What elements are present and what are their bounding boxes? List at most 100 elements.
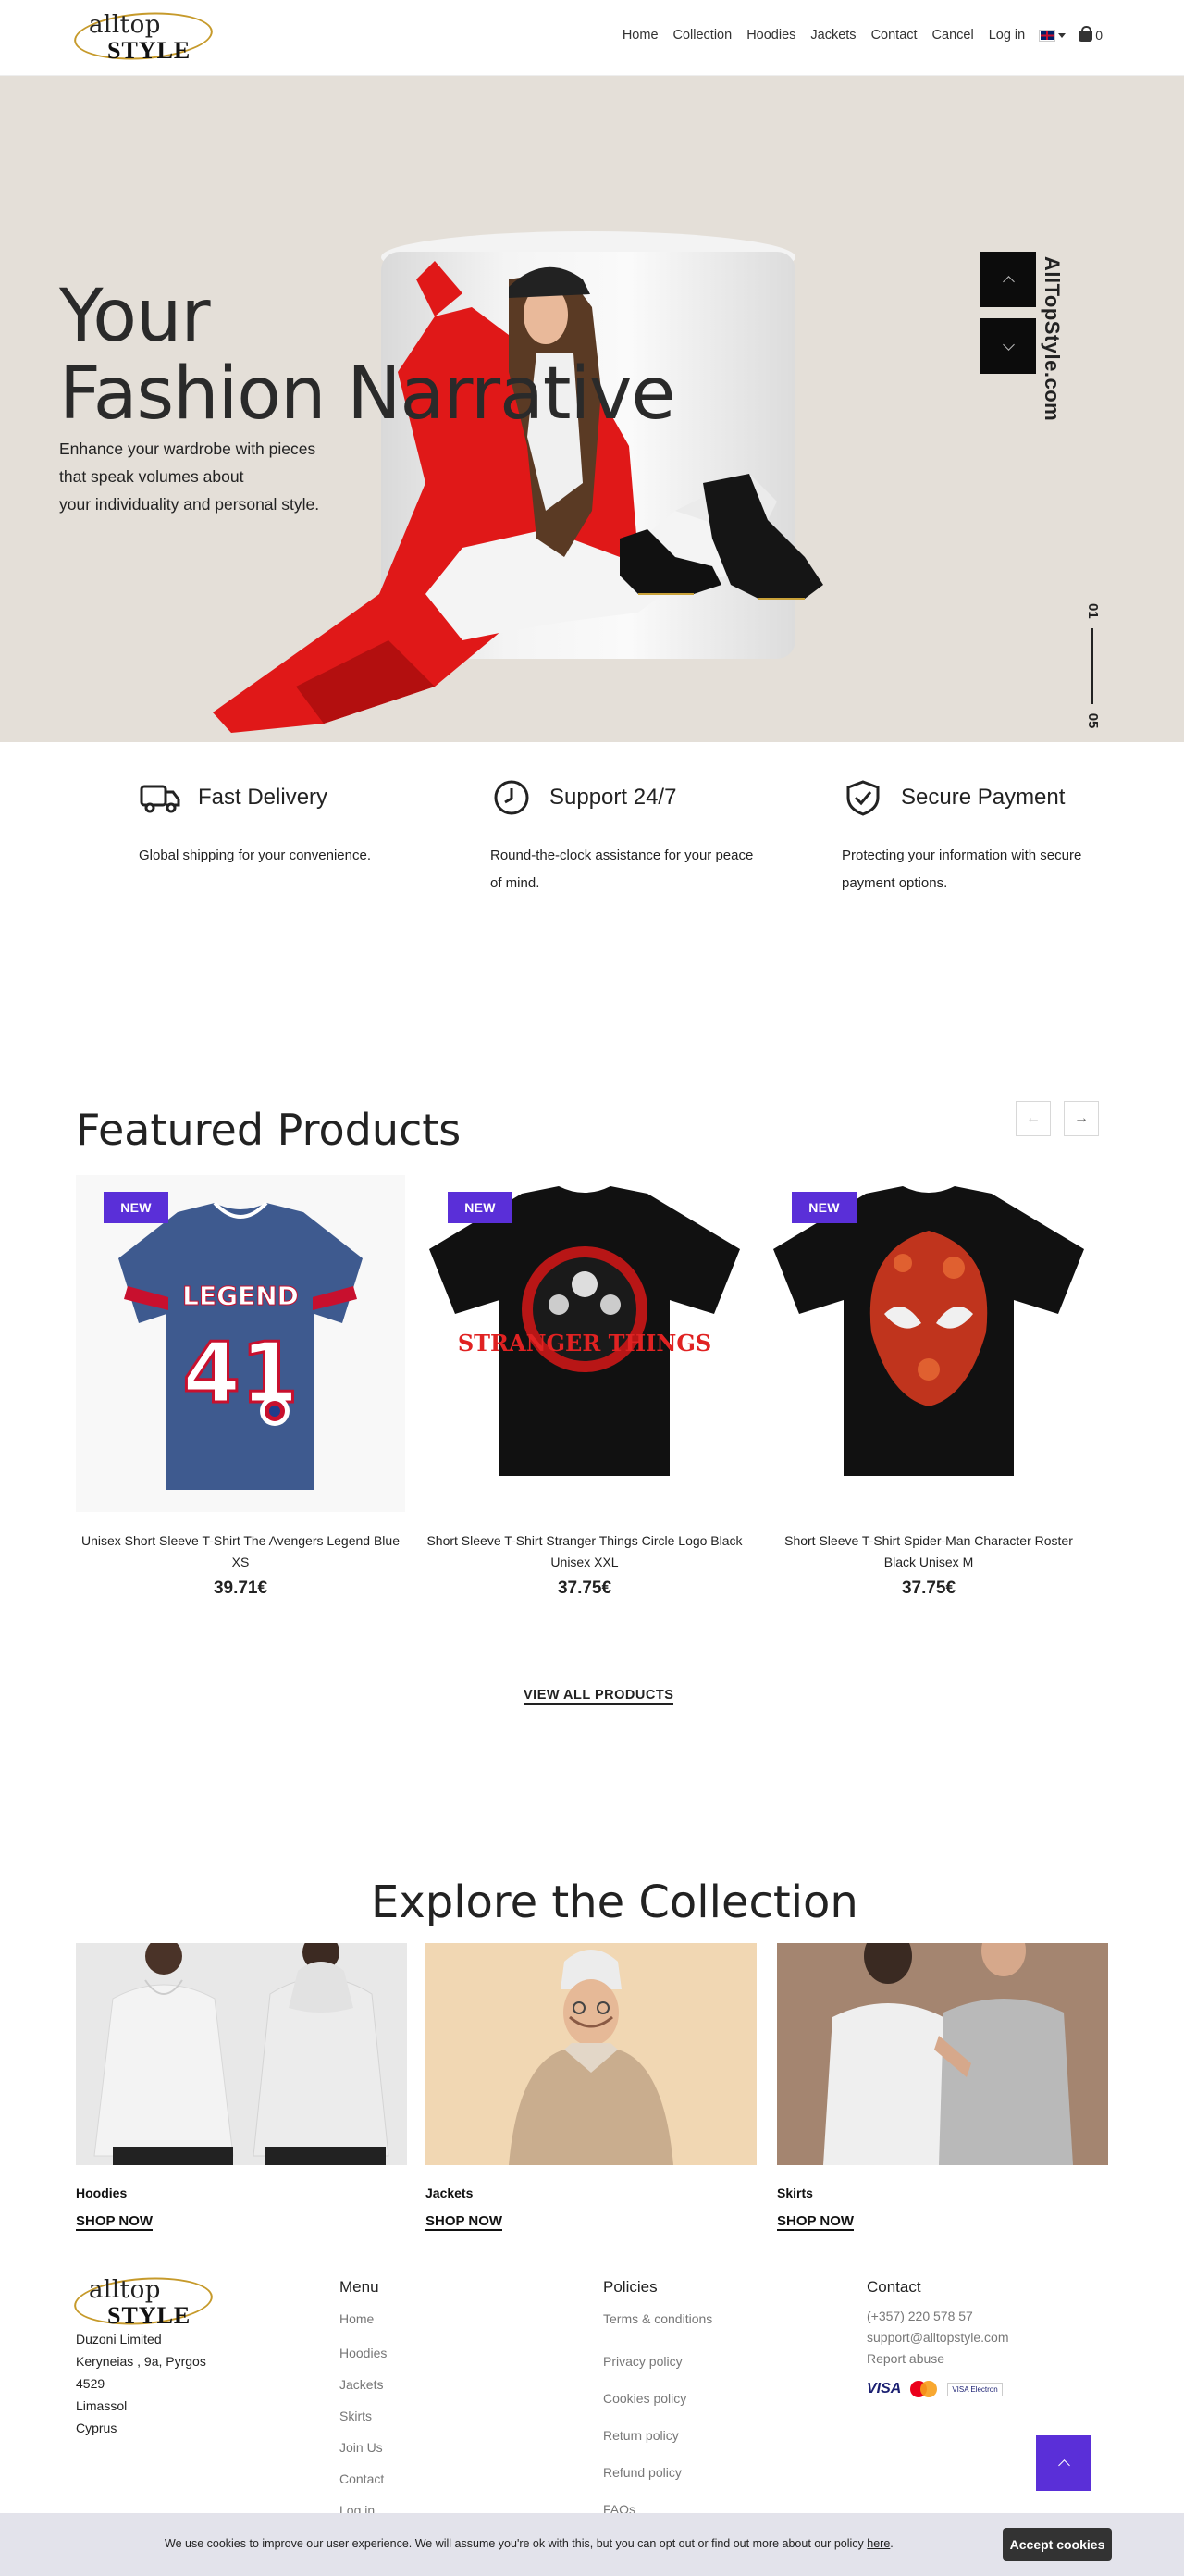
feature-description: Global shipping for your convenience. xyxy=(139,848,371,863)
hero-title: Your Fashion Narrative xyxy=(59,278,675,436)
uk-flag-icon[interactable] xyxy=(1039,29,1056,42)
product-image[interactable]: STRANGER THINGS NEW xyxy=(420,1175,749,1512)
address-line: Duzoni Limited xyxy=(76,2332,162,2347)
footer-link-refund[interactable]: Refund policy xyxy=(603,2454,712,2491)
nav-login[interactable]: Log in xyxy=(981,28,1033,43)
skirts-photo xyxy=(823,1943,1073,2165)
collection-image[interactable] xyxy=(777,1943,1108,2165)
product-card[interactable]: NEW Short Sleeve T-Shirt Spider-Man Char… xyxy=(764,1175,1093,1599)
footer-link-hoodies[interactable]: Hoodies xyxy=(339,2337,387,2369)
hero-subtitle-line-2: that speak volumes about xyxy=(59,467,244,486)
footer-link-privacy[interactable]: Privacy policy xyxy=(603,2343,712,2380)
feature-description: Round-the-clock assistance for your peac… xyxy=(490,848,754,891)
footer-link-skirts[interactable]: Skirts xyxy=(339,2400,387,2432)
product-name[interactable]: Unisex Short Sleeve T-Shirt The Avengers… xyxy=(76,1530,405,1573)
report-abuse-link[interactable]: Report abuse xyxy=(867,2348,1009,2370)
logo-text-bottom: STYLE xyxy=(107,2302,191,2329)
site-logo[interactable]: alltop STYLE xyxy=(72,7,217,65)
arrow-right-icon: → xyxy=(1074,1110,1089,1126)
slide-progress-line xyxy=(1092,627,1094,704)
product-card[interactable]: STRANGER THINGS NEW Short Sleeve T-Shirt… xyxy=(420,1175,749,1599)
hero-subtitle: Enhance your wardrobe with pieces that s… xyxy=(59,435,319,518)
chevron-down-icon[interactable] xyxy=(1058,32,1067,38)
product-price: 39.71€ xyxy=(213,1579,268,1598)
nav-hoodies[interactable]: Hoodies xyxy=(739,28,803,43)
cookie-text: We use cookies to improve our user exper… xyxy=(165,2537,864,2550)
slide-total: 05 xyxy=(1085,712,1101,729)
collection-image[interactable] xyxy=(76,1943,407,2165)
address-line: Cyprus xyxy=(76,2421,117,2435)
product-card[interactable]: LEGEND 41 NEW Unisex Short Sleeve T-Shir… xyxy=(76,1175,405,1599)
nav-contact[interactable]: Contact xyxy=(864,28,925,43)
hero-title-line-2: Fashion Narrative xyxy=(59,353,675,436)
new-badge: NEW xyxy=(792,1192,857,1223)
payment-methods: VISA VISA Electron xyxy=(867,2381,1009,2397)
contact-phone[interactable]: (+357) 220 578 57 xyxy=(867,2306,1009,2327)
cookie-banner: We use cookies to improve our user exper… xyxy=(0,2513,1184,2576)
hero-banner: Your Fashion Narrative Enhance your ward… xyxy=(0,76,1184,742)
slide-prev-button[interactable] xyxy=(980,252,1036,307)
product-image[interactable]: NEW xyxy=(764,1175,1093,1512)
collection-title: Explore the Collection xyxy=(371,1876,858,1928)
tshirt-stranger-things-image: STRANGER THINGS xyxy=(429,1186,740,1476)
cookie-policy-link[interactable]: here xyxy=(867,2537,890,2550)
footer-link-jackets[interactable]: Jackets xyxy=(339,2369,387,2400)
arrow-left-icon: ← xyxy=(1026,1110,1041,1126)
view-all-products-link[interactable]: VIEW ALL PRODUCTS xyxy=(524,1688,674,1705)
footer-link-join-us[interactable]: Join Us xyxy=(339,2432,387,2463)
cookie-message: We use cookies to improve our user exper… xyxy=(165,2537,894,2550)
navbar: alltop STYLE Home Collection Hoodies Jac… xyxy=(0,0,1184,76)
shop-now-link[interactable]: SHOP NOW xyxy=(426,2213,503,2231)
nav-jackets[interactable]: Jackets xyxy=(803,28,863,43)
product-price: 37.75€ xyxy=(901,1579,956,1598)
accept-cookies-button[interactable]: Accept cookies xyxy=(1003,2528,1112,2561)
slide-current: 01 xyxy=(1085,603,1101,619)
product-price: 37.75€ xyxy=(557,1579,612,1598)
collection-card-jackets[interactable]: Jackets SHOP NOW xyxy=(426,1943,757,2231)
cart-count[interactable]: 0 xyxy=(1095,28,1103,43)
address-line: Kerynеias , 9a, Pyrgos xyxy=(76,2354,206,2369)
footer-logo[interactable]: alltop STYLE xyxy=(72,2273,217,2330)
carousel-next-button[interactable]: → xyxy=(1064,1101,1099,1136)
collection-label: Hoodies xyxy=(76,2186,128,2200)
company-address: Duzoni Limited Kerynеias , 9a, Pyrgos 45… xyxy=(76,2328,206,2439)
product-name[interactable]: Short Sleeve T-Shirt Stranger Things Cir… xyxy=(420,1530,749,1573)
footer-menu-title: Menu xyxy=(339,2278,379,2296)
nav-collection[interactable]: Collection xyxy=(666,28,740,43)
scroll-to-top-button[interactable] xyxy=(1036,2435,1092,2491)
feature-title: Fast Delivery xyxy=(198,785,328,810)
shop-now-link[interactable]: SHOP NOW xyxy=(777,2213,855,2231)
collection-card-skirts[interactable]: Skirts SHOP NOW xyxy=(777,1943,1108,2231)
chevron-up-icon xyxy=(1002,275,1015,288)
carousel-prev-button[interactable]: ← xyxy=(1016,1101,1051,1136)
address-line: 4529 xyxy=(76,2376,105,2391)
hero-subtitle-line-3: your individuality and personal style. xyxy=(59,495,320,514)
truck-icon xyxy=(140,785,180,813)
product-image[interactable]: LEGEND 41 NEW xyxy=(76,1175,405,1512)
cookie-period: . xyxy=(890,2537,894,2550)
feature-secure-payment: Secure Payment Protecting your informati… xyxy=(842,779,1119,898)
footer-link-return[interactable]: Return policy xyxy=(603,2417,712,2454)
collection-image[interactable] xyxy=(426,1943,757,2165)
shopping-bag-icon[interactable] xyxy=(1079,26,1093,42)
footer-link-cookies[interactable]: Cookies policy xyxy=(603,2380,712,2417)
footer-contact: Contact (+357) 220 578 57 support@alltop… xyxy=(867,2278,1009,2397)
featured-products-title: Featured Products xyxy=(76,1105,462,1155)
slide-next-button[interactable] xyxy=(980,318,1036,374)
shop-now-link[interactable]: SHOP NOW xyxy=(76,2213,154,2231)
product-name[interactable]: Short Sleeve T-Shirt Spider-Man Characte… xyxy=(764,1530,1093,1573)
footer-link-contact[interactable]: Contact xyxy=(339,2463,387,2495)
nav-cancel[interactable]: Cancel xyxy=(925,28,981,43)
footer-policies-title: Policies xyxy=(603,2278,658,2296)
mastercard-icon xyxy=(910,2381,938,2397)
contact-email[interactable]: support@alltopstyle.com xyxy=(867,2327,1009,2348)
footer-link-home[interactable]: Home xyxy=(339,2306,387,2332)
footer-link-terms[interactable]: Terms & conditions xyxy=(603,2306,712,2332)
nav-home[interactable]: Home xyxy=(615,28,666,43)
shield-check-icon xyxy=(846,780,880,816)
new-badge: NEW xyxy=(448,1192,512,1223)
chevron-down-icon xyxy=(1002,338,1015,351)
collection-card-hoodies[interactable]: Hoodies SHOP NOW xyxy=(76,1943,407,2231)
hero-subtitle-line-1: Enhance your wardrobe with pieces xyxy=(59,440,316,458)
tshirt-spiderman-image xyxy=(773,1186,1084,1476)
